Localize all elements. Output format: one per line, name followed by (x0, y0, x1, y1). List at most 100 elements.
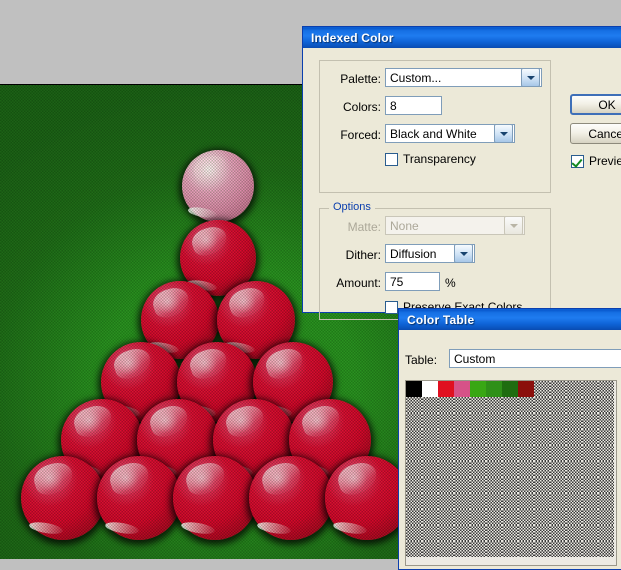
color-swatch-empty[interactable] (566, 525, 582, 541)
color-swatch-empty[interactable] (582, 509, 598, 525)
color-swatch-empty[interactable] (518, 445, 534, 461)
color-swatch-empty[interactable] (502, 477, 518, 493)
color-swatch-empty[interactable] (422, 525, 438, 541)
color-swatch-empty[interactable] (582, 429, 598, 445)
color-swatch-empty[interactable] (518, 525, 534, 541)
color-swatch-empty[interactable] (566, 429, 582, 445)
color-swatch-empty[interactable] (566, 509, 582, 525)
color-swatch-empty[interactable] (406, 493, 422, 509)
color-swatch-empty[interactable] (550, 541, 566, 557)
color-swatch-dark-red[interactable] (518, 381, 534, 397)
ok-button[interactable]: OK (570, 94, 621, 115)
color-swatch-empty[interactable] (550, 461, 566, 477)
color-swatch-empty[interactable] (422, 477, 438, 493)
color-swatch-empty[interactable] (598, 445, 614, 461)
color-swatch-dark-green[interactable] (502, 381, 518, 397)
color-swatch-empty[interactable] (486, 397, 502, 413)
colors-input[interactable]: 8 (385, 96, 442, 115)
color-swatch-empty[interactable] (566, 477, 582, 493)
color-swatch-empty[interactable] (438, 461, 454, 477)
color-swatch-empty[interactable] (454, 477, 470, 493)
color-swatch-empty[interactable] (598, 381, 614, 397)
color-table-titlebar[interactable]: Color Table (399, 309, 621, 331)
color-swatch-empty[interactable] (550, 477, 566, 493)
color-swatch-empty[interactable] (438, 397, 454, 413)
chevron-down-icon[interactable] (494, 124, 513, 143)
color-swatch-empty[interactable] (550, 429, 566, 445)
chevron-down-icon[interactable] (454, 244, 473, 263)
chevron-down-icon[interactable] (521, 68, 540, 87)
color-swatch-empty[interactable] (502, 509, 518, 525)
color-swatch-empty[interactable] (438, 509, 454, 525)
color-swatch-green[interactable] (486, 381, 502, 397)
color-swatch-empty[interactable] (438, 525, 454, 541)
color-swatch-empty[interactable] (454, 461, 470, 477)
color-swatch-empty[interactable] (582, 477, 598, 493)
color-swatch-black[interactable] (406, 381, 422, 397)
color-swatch-empty[interactable] (454, 509, 470, 525)
color-swatch-empty[interactable] (486, 509, 502, 525)
preview-checkbox[interactable] (571, 154, 584, 168)
color-swatch-empty[interactable] (550, 413, 566, 429)
color-swatch-empty[interactable] (518, 477, 534, 493)
color-swatch-empty[interactable] (470, 445, 486, 461)
color-swatch-empty[interactable] (406, 413, 422, 429)
color-swatch-empty[interactable] (454, 541, 470, 557)
color-swatch-empty[interactable] (438, 429, 454, 445)
color-swatch-empty[interactable] (470, 509, 486, 525)
color-swatch-pink[interactable] (454, 381, 470, 397)
color-swatch-empty[interactable] (422, 429, 438, 445)
forced-select[interactable]: Black and White (385, 124, 515, 143)
color-swatch-empty[interactable] (534, 493, 550, 509)
color-swatch-empty[interactable] (518, 493, 534, 509)
color-swatch-empty[interactable] (502, 397, 518, 413)
color-swatch-empty[interactable] (470, 525, 486, 541)
color-swatch-empty[interactable] (406, 477, 422, 493)
color-swatch-empty[interactable] (582, 541, 598, 557)
color-swatch-empty[interactable] (454, 493, 470, 509)
color-table-dialog[interactable]: Color Table Table: Custom (398, 308, 621, 570)
color-swatch-empty[interactable] (582, 493, 598, 509)
color-swatch-empty[interactable] (534, 397, 550, 413)
color-swatch-empty[interactable] (534, 477, 550, 493)
color-swatch-empty[interactable] (470, 461, 486, 477)
color-swatch-empty[interactable] (406, 541, 422, 557)
color-swatch-empty[interactable] (582, 413, 598, 429)
color-swatch-empty[interactable] (598, 541, 614, 557)
color-swatch-empty[interactable] (566, 397, 582, 413)
color-swatch-white[interactable] (422, 381, 438, 397)
color-swatch-empty[interactable] (598, 525, 614, 541)
color-swatch-empty[interactable] (486, 493, 502, 509)
color-swatch-empty[interactable] (582, 397, 598, 413)
color-swatch-empty[interactable] (454, 445, 470, 461)
color-swatch-empty[interactable] (422, 509, 438, 525)
color-swatch-empty[interactable] (550, 397, 566, 413)
transparency-checkbox[interactable] (385, 152, 398, 166)
color-swatch-empty[interactable] (486, 525, 502, 541)
color-swatch-empty[interactable] (566, 541, 582, 557)
color-swatch-empty[interactable] (406, 429, 422, 445)
color-swatch-empty[interactable] (598, 429, 614, 445)
color-swatch-empty[interactable] (598, 397, 614, 413)
color-swatch-empty[interactable] (438, 541, 454, 557)
color-swatch-empty[interactable] (518, 509, 534, 525)
color-swatch-empty[interactable] (534, 445, 550, 461)
color-swatch-empty[interactable] (486, 429, 502, 445)
preview-checkbox-row[interactable]: Preview (571, 154, 621, 168)
color-swatch-empty[interactable] (454, 397, 470, 413)
color-swatch-empty[interactable] (518, 461, 534, 477)
color-swatch-empty[interactable] (550, 445, 566, 461)
color-swatch-empty[interactable] (486, 461, 502, 477)
color-swatch-empty[interactable] (502, 525, 518, 541)
cancel-button[interactable]: Cancel (570, 123, 621, 144)
color-swatch-empty[interactable] (502, 493, 518, 509)
color-swatch-empty[interactable] (550, 493, 566, 509)
color-swatch-empty[interactable] (406, 461, 422, 477)
color-swatch-empty[interactable] (598, 509, 614, 525)
color-swatch-empty[interactable] (454, 429, 470, 445)
color-swatch-empty[interactable] (454, 525, 470, 541)
color-swatch-empty[interactable] (502, 541, 518, 557)
color-swatch-empty[interactable] (486, 541, 502, 557)
color-swatch-empty[interactable] (518, 429, 534, 445)
color-swatch-empty[interactable] (502, 429, 518, 445)
